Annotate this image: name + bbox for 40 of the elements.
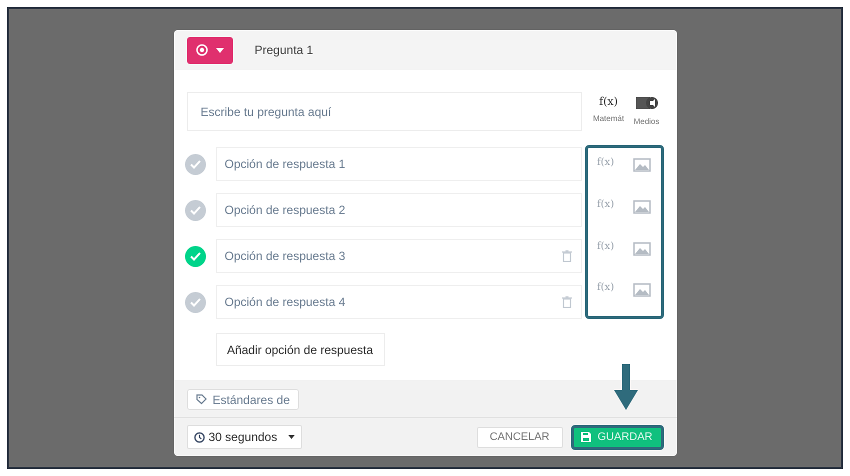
image-icon[interactable] xyxy=(633,242,652,256)
add-option-button[interactable]: Añadir opción de respuesta xyxy=(216,333,384,366)
tag-icon xyxy=(196,394,206,405)
correct-answer-toggle[interactable] xyxy=(184,292,206,312)
image-icon[interactable] xyxy=(633,283,652,298)
question-title: Pregunta 1 xyxy=(254,42,314,59)
function-icon[interactable]: f(x) xyxy=(596,242,614,252)
function-icon[interactable]: f(x) xyxy=(599,96,618,107)
tool-label: Matemát xyxy=(592,113,624,125)
check-icon xyxy=(190,206,200,214)
function-icon[interactable]: f(x) xyxy=(596,158,614,168)
media-icon[interactable] xyxy=(634,96,658,110)
function-icon[interactable]: f(x) xyxy=(596,200,614,210)
save-button[interactable]: GUARDAR xyxy=(570,424,664,450)
answer-field[interactable]: Opción de respuesta 2 xyxy=(216,193,582,227)
correct-answer-toggle[interactable] xyxy=(184,154,206,174)
timer-dropdown[interactable]: 30 segundos xyxy=(186,425,302,449)
trash-icon[interactable] xyxy=(562,296,572,308)
trash-icon[interactable] xyxy=(562,250,572,262)
correct-answer-toggle[interactable] xyxy=(184,200,206,220)
standards-button[interactable]: Estándares de xyxy=(186,389,299,410)
radio-icon xyxy=(196,44,208,56)
caret-icon xyxy=(216,48,224,52)
check-icon xyxy=(190,252,200,260)
function-icon[interactable]: f(x) xyxy=(596,283,614,294)
question-type-button[interactable] xyxy=(186,36,232,64)
image-icon[interactable] xyxy=(633,200,652,214)
cancel-button[interactable]: CANCELAR xyxy=(476,426,562,448)
check-icon xyxy=(190,298,200,306)
caret-icon xyxy=(288,435,294,439)
down-arrow-icon xyxy=(614,364,638,412)
answer-field[interactable]: Opción de respuesta 3 xyxy=(216,239,582,273)
image-icon[interactable] xyxy=(633,158,652,172)
clock-icon xyxy=(194,432,204,442)
tool-label: Medios xyxy=(634,116,660,128)
question-field[interactable]: Escribe tu pregunta aquí xyxy=(186,92,582,131)
check-icon xyxy=(190,160,200,168)
answer-field[interactable]: Opción de respuesta 4 xyxy=(216,285,582,319)
correct-answer-toggle[interactable] xyxy=(184,246,206,266)
answer-field[interactable]: Opción de respuesta 1 xyxy=(216,147,582,181)
